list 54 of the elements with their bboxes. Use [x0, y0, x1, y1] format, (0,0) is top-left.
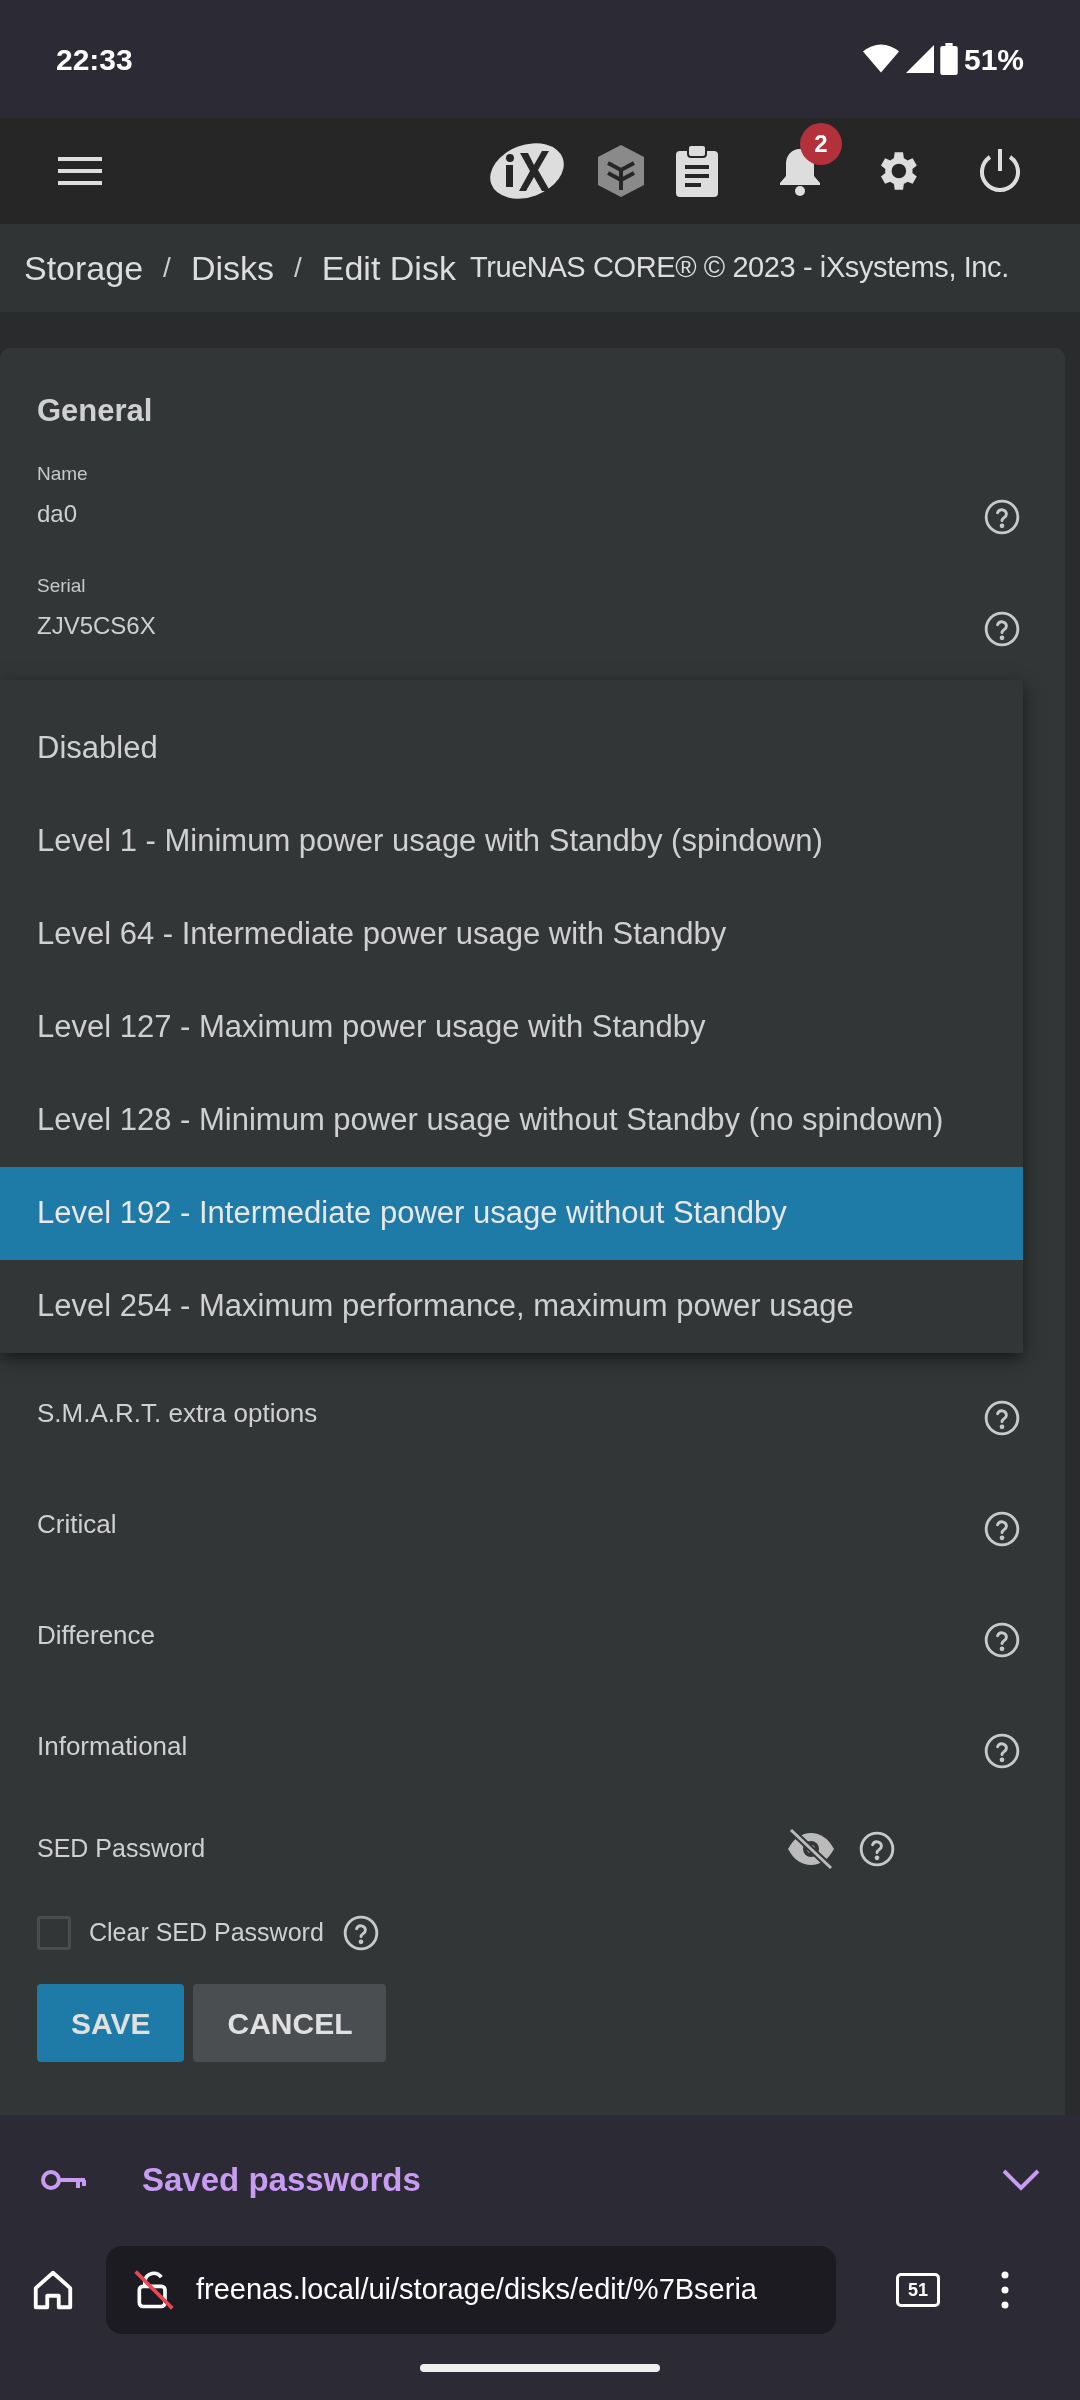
- help-icon[interactable]: [858, 1830, 896, 1868]
- battery-percent: 51%: [963, 41, 1024, 78]
- field-value: ZJV5CS6X: [37, 611, 156, 641]
- dropdown-option[interactable]: Disabled: [0, 702, 1023, 795]
- tab-count[interactable]: 51: [896, 2273, 940, 2307]
- more-icon[interactable]: [1000, 2270, 1010, 2310]
- cube-icon[interactable]: [596, 143, 646, 199]
- help-icon[interactable]: [983, 1731, 1021, 1770]
- field-label[interactable]: Informational: [37, 1727, 188, 1766]
- menu-icon[interactable]: [58, 155, 102, 187]
- dropdown-option[interactable]: Level 1 - Minimum power usage with Standby (spindown): [0, 795, 1023, 888]
- chevron-down-icon[interactable]: [1002, 2169, 1040, 2191]
- field-label: Name: [37, 461, 88, 486]
- help-icon[interactable]: [983, 1620, 1021, 1659]
- field-label[interactable]: Critical: [37, 1505, 117, 1544]
- help-icon[interactable]: [341, 1914, 380, 1952]
- key-icon: [40, 2168, 86, 2192]
- notification-badge: 2: [800, 123, 842, 165]
- breadcrumb-separator: /: [294, 251, 302, 285]
- power-icon[interactable]: [978, 147, 1022, 195]
- insecure-lock-icon: [132, 2268, 176, 2312]
- field-label[interactable]: Difference: [37, 1616, 156, 1655]
- dropdown-option[interactable]: Level 254 - Maximum performance, maximum power usage: [0, 1260, 1023, 1353]
- breadcrumb-item[interactable]: Storage: [24, 242, 144, 294]
- breadcrumb-item[interactable]: Disks: [190, 242, 274, 294]
- save-button[interactable]: SAVE: [37, 1984, 185, 2062]
- dropdown-option[interactable]: Level 127 - Maximum power usage with Standby: [0, 981, 1023, 1074]
- clipboard-icon[interactable]: [676, 145, 718, 197]
- signal-icon: [905, 45, 934, 73]
- section-title: General: [37, 392, 154, 430]
- eye-slash-icon[interactable]: [786, 1828, 836, 1870]
- battery-icon: [939, 43, 958, 75]
- help-icon[interactable]: [983, 1398, 1021, 1437]
- field-label: Serial: [37, 573, 87, 598]
- dropdown-option[interactable]: Level 64 - Intermediate power usage with Standby: [0, 888, 1023, 981]
- checkbox[interactable]: [37, 1916, 71, 1950]
- logo-icon[interactable]: [488, 143, 566, 199]
- dropdown-option[interactable]: Level 128 - Minimum power usage without Standby (no spindown): [0, 1074, 1023, 1167]
- clock: 22:33: [56, 41, 133, 78]
- checkbox-label[interactable]: Clear SED Password: [89, 1914, 324, 1952]
- breadcrumb-item: Edit Disk: [321, 247, 456, 289]
- wifi-icon: [861, 44, 900, 74]
- copyright-text: TrueNAS CORE® © 2023 - iXsystems, Inc.: [469, 250, 1009, 286]
- help-icon[interactable]: [983, 1509, 1021, 1548]
- field-label[interactable]: SED Password: [37, 1830, 786, 1868]
- breadcrumb-separator: /: [163, 251, 171, 285]
- field-label[interactable]: S.M.A.R.T. extra options: [37, 1394, 318, 1433]
- url-text: freenas.local/ui/storage/disks/edit/%7Bseria: [196, 2272, 757, 2308]
- cancel-button[interactable]: CANCEL: [193, 1984, 387, 2062]
- help-icon[interactable]: [983, 498, 1021, 536]
- help-icon[interactable]: [983, 610, 1021, 648]
- url-bar[interactable]: freenas.local/ui/storage/disks/edit/%7Bseria: [106, 2246, 836, 2334]
- dropdown-option[interactable]: Level 192 - Intermediate power usage without Standby: [0, 1167, 1023, 1260]
- field-value: da0: [37, 499, 79, 529]
